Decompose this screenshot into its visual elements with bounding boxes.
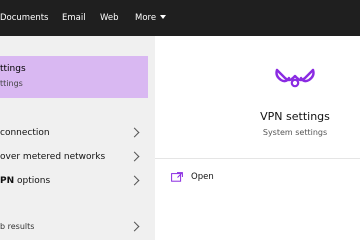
tab-email[interactable]: Email <box>62 12 86 24</box>
best-match-subtitle: ttings <box>0 79 23 88</box>
web-results-item[interactable]: b results <box>0 218 148 236</box>
result-label: PN options <box>0 172 50 190</box>
result-label: connection <box>0 128 50 138</box>
result-item-vpn-options[interactable]: PN options <box>0 172 148 190</box>
best-match-title: ttings <box>0 64 26 74</box>
tab-web[interactable]: Web <box>100 12 119 24</box>
chevron-right-icon[interactable] <box>129 127 140 138</box>
tab-documents[interactable]: Documents <box>0 12 48 24</box>
result-item-metered[interactable]: over metered networks <box>0 148 148 166</box>
result-label-rest: options <box>14 176 51 186</box>
vpn-icon <box>275 68 315 88</box>
result-label: b results <box>0 222 35 231</box>
search-filter-bar: Documents Email Web More <box>0 0 360 36</box>
results-pane: ttings ttings connection over metered ne… <box>0 36 155 240</box>
tab-more[interactable]: More <box>135 12 167 24</box>
chevron-right-icon[interactable] <box>129 175 140 186</box>
preview-title: VPN settings <box>260 110 330 123</box>
preview-pane: VPN settings System settings Open <box>155 36 360 240</box>
search-window: Documents Email Web More ttings ttings c… <box>0 0 360 240</box>
open-label: Open <box>191 172 214 182</box>
chevron-down-icon <box>160 15 167 19</box>
chevron-right-icon[interactable] <box>129 151 140 162</box>
best-match-item[interactable]: ttings ttings <box>0 56 148 98</box>
preview-subtitle: System settings <box>262 128 328 137</box>
result-label: over metered networks <box>0 152 106 162</box>
divider <box>155 158 360 159</box>
result-label-match: PN <box>0 176 15 186</box>
tab-more-label: More <box>135 13 157 23</box>
open-icon <box>171 172 183 182</box>
result-item-connection[interactable]: connection <box>0 124 148 142</box>
chevron-right-icon[interactable] <box>129 221 140 232</box>
